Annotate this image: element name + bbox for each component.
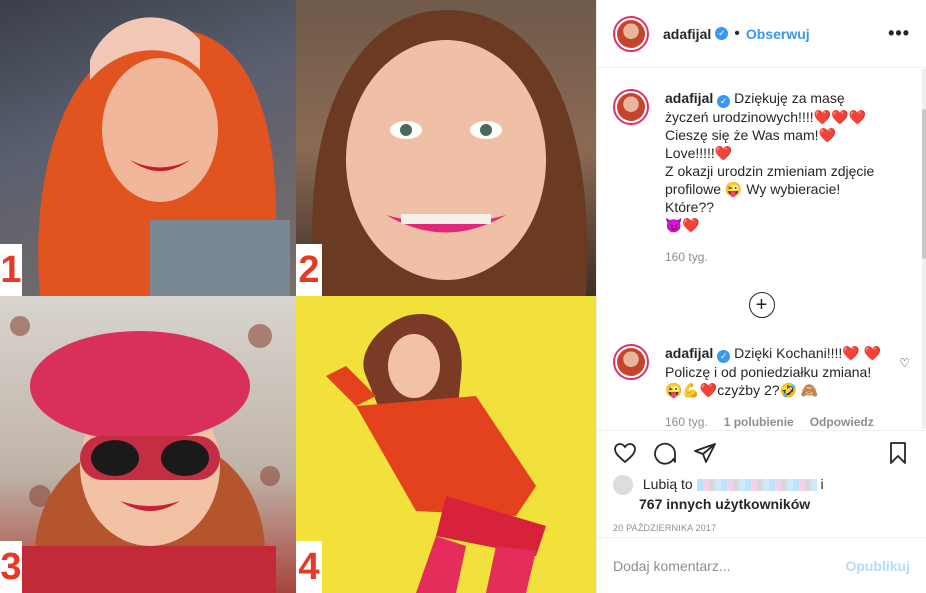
photo-number: 4 xyxy=(296,541,322,593)
photo-2-illustration xyxy=(312,10,588,296)
verified-badge-icon: ✓ xyxy=(715,27,729,40)
post-actions: Lubią to i 767 innych użytkowników 20 PA… xyxy=(597,430,926,533)
comments-scrollbar[interactable] xyxy=(922,69,926,429)
heart-emoji-icon: ❤️ xyxy=(714,145,733,161)
comment-icon[interactable] xyxy=(653,441,677,465)
caption-text-2: Cieszę się że Was mam! xyxy=(665,127,819,143)
load-more-comments-icon[interactable]: + xyxy=(748,292,775,318)
avatar[interactable] xyxy=(613,89,649,125)
post-image-collage[interactable]: 1 2 3 4 xyxy=(0,0,596,593)
photo-number: 1 xyxy=(0,244,22,296)
photo-number: 3 xyxy=(0,541,22,593)
comment-like-heart-icon[interactable]: ♡ xyxy=(899,356,910,370)
photo-1-illustration xyxy=(38,17,290,296)
comment-username[interactable]: adafijal xyxy=(665,345,713,361)
action-icons xyxy=(613,439,910,467)
caption-comment: adafijal ✓ Dziękuję za masę życzeń urodzi… xyxy=(613,89,910,266)
liker-username-redacted[interactable] xyxy=(696,479,817,492)
likes-prefix: Lubią to xyxy=(642,476,693,492)
follow-button[interactable]: Obserwuj xyxy=(746,26,810,42)
verified-badge-icon: ✓ xyxy=(717,350,731,363)
photo-3-illustration xyxy=(10,316,280,593)
share-icon[interactable] xyxy=(693,441,717,465)
post-comment-button[interactable]: Opublikuj xyxy=(845,558,910,574)
avatar[interactable] xyxy=(613,15,649,52)
heart-emoji-icon: ❤️ xyxy=(818,127,836,143)
bookmark-icon[interactable] xyxy=(886,441,910,465)
add-comment-bar: Opublikuj xyxy=(597,537,926,593)
photo-number: 2 xyxy=(296,244,322,296)
likes-count[interactable]: 767 innych użytkowników xyxy=(639,496,810,512)
heart-icon[interactable] xyxy=(613,441,637,465)
caption-body: adafijal ✓ Dziękuję za masę życzeń urodzi… xyxy=(665,89,885,266)
comment-body: adafijal ✓ Dzięki Kochani!!!!❤️ ❤️ Policz… xyxy=(665,344,885,429)
caption-time[interactable]: 160 tyg. xyxy=(665,248,708,266)
photo-2: 2 xyxy=(296,0,596,296)
reply-button[interactable]: Odpowiedz xyxy=(810,413,874,429)
photo-1: 1 xyxy=(0,0,296,296)
comment-time[interactable]: 160 tyg. xyxy=(665,413,708,429)
comment-item: adafijal ✓ Dzięki Kochani!!!!❤️ ❤️ Policz… xyxy=(613,344,910,429)
separator-dot: • xyxy=(734,24,740,42)
add-comment-input[interactable] xyxy=(613,557,846,574)
post-side-panel: adafijal ✓ • Obserwuj ••• adafijal ✓ Dzię… xyxy=(596,0,926,593)
avatar[interactable] xyxy=(613,344,649,380)
heart-emoji-icon: ❤️❤️❤️ xyxy=(813,109,866,125)
photo-4-illustration xyxy=(326,314,546,593)
photo-3: 3 xyxy=(0,296,296,593)
header-username[interactable]: adafijal xyxy=(663,26,711,42)
verified-badge-icon: ✓ xyxy=(717,95,731,108)
photo-4: 4 xyxy=(296,296,596,593)
caption-meta: 160 tyg. xyxy=(665,248,885,266)
comment-likes[interactable]: 1 polubienie xyxy=(724,413,794,429)
likes-summary: Lubią to i 767 innych użytkowników xyxy=(613,475,910,513)
post-date: 20 PAŹDZIERNIKA 2017 xyxy=(613,523,717,534)
caption-emoji-tail: 😈❤️ xyxy=(665,217,700,233)
likes-and: i xyxy=(820,476,824,492)
caption-text-4: Z okazji urodzin zmieniam zdjęcie profil… xyxy=(665,163,875,215)
caption-username[interactable]: adafijal xyxy=(665,90,713,106)
liker-avatar[interactable] xyxy=(613,475,633,496)
post-viewer: 1 2 3 4 adafijal ✓ • Obserwuj ••• adafij… xyxy=(0,0,926,593)
more-options-icon[interactable]: ••• xyxy=(888,23,910,44)
comments-list[interactable]: adafijal ✓ Dziękuję za masę życzeń urodzi… xyxy=(597,69,926,429)
comment-meta: 160 tyg. 1 polubienie Odpowiedz xyxy=(665,413,885,429)
post-header: adafijal ✓ • Obserwuj ••• xyxy=(597,0,926,68)
caption-text-3: Love!!!!! xyxy=(665,145,715,161)
